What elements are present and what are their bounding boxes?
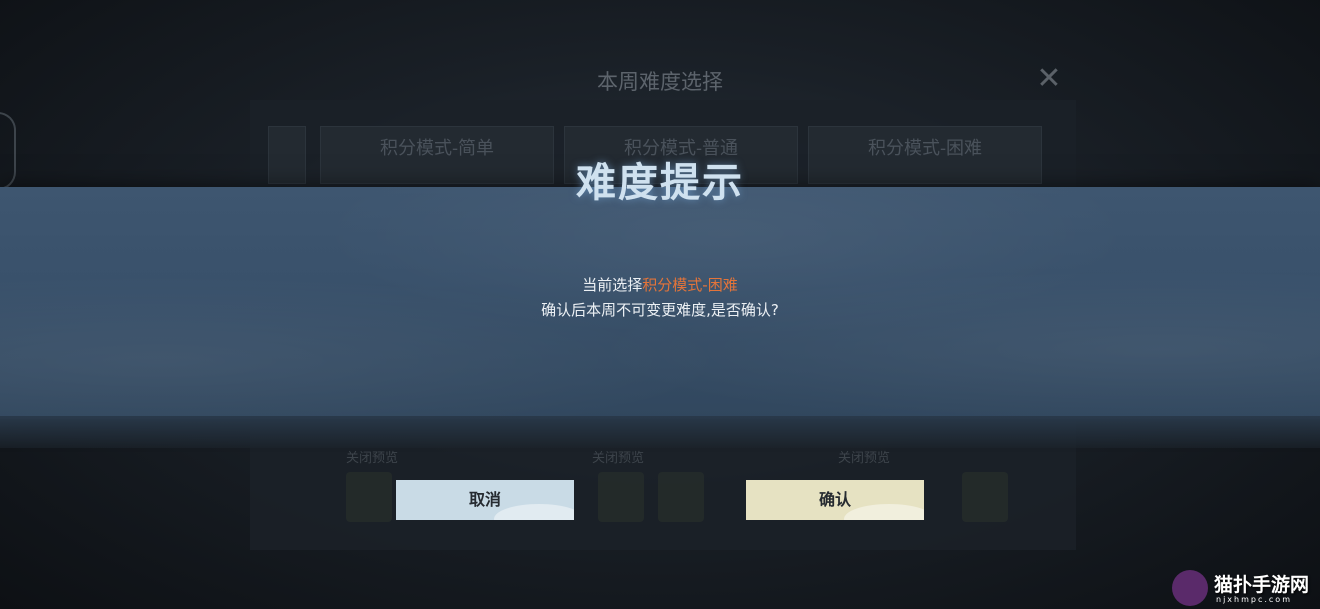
preview-label: 关闭预览 [838,451,891,466]
reward-item [346,472,392,522]
dialog-message-line1: 当前选择积分模式-困难 [0,274,1320,295]
preview-label: 关闭预览 [592,451,645,466]
reward-item [658,472,704,522]
reward-item [598,472,644,522]
watermark-url: njxhmpc.com [1216,595,1292,604]
panel-title: 本周难度选择 [597,70,723,94]
confirm-button[interactable]: 确认 [746,480,924,520]
selected-mode-highlight: 积分模式-困难 [642,276,738,294]
dialog-title: 难度提示 [576,159,744,206]
cat-logo-icon [1172,570,1208,606]
cancel-button-label: 取消 [468,490,501,509]
watermark-name: 猫扑手游网 [1214,574,1310,596]
watermark: 猫扑手游网 njxhmpc.com [1172,568,1320,609]
cancel-button[interactable]: 取消 [396,480,574,520]
preview-label: 关闭预览 [346,451,399,466]
dialog-message-line2: 确认后本周不可变更难度,是否确认? [541,301,779,319]
dialog-banner-shadow [0,416,1320,448]
message-prefix: 当前选择 [582,276,643,294]
close-icon: ✕ [1036,61,1062,96]
confirm-button-label: 确认 [818,490,851,509]
reward-item [962,472,1008,522]
